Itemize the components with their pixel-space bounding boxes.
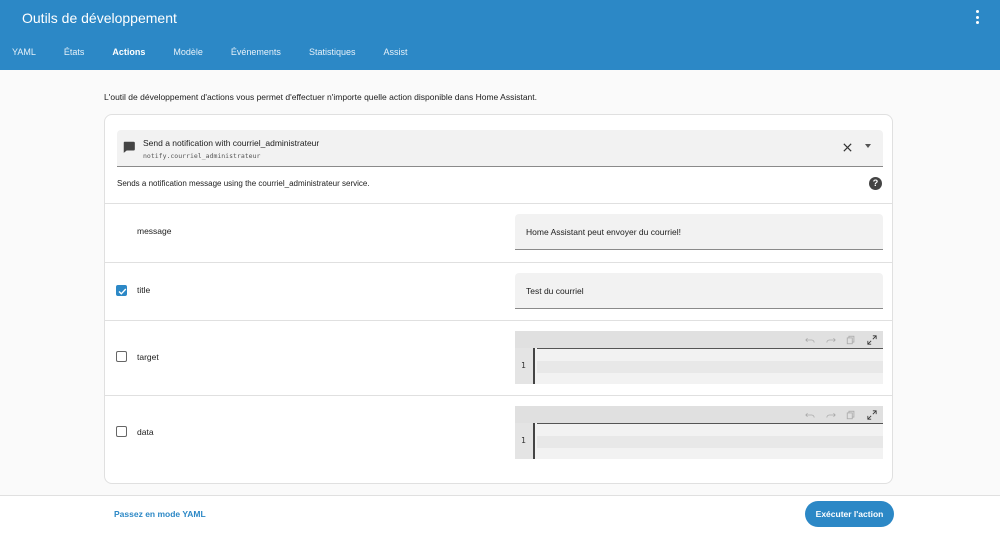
line-number: 1: [521, 436, 526, 445]
editor-gutter: 1: [515, 423, 535, 459]
divider: [105, 320, 892, 321]
copy-icon[interactable]: [846, 335, 856, 345]
page-title: Outils de développement: [22, 10, 177, 26]
tab-events[interactable]: Événements: [217, 42, 295, 62]
close-icon[interactable]: [842, 142, 853, 153]
tab-yaml[interactable]: YAML: [0, 42, 50, 62]
editor-gutter: 1: [515, 348, 535, 384]
fullscreen-icon[interactable]: [867, 335, 877, 345]
data-code-editor[interactable]: 1: [515, 406, 883, 459]
tab-bar: YAML États Actions Modèle Événements Sta…: [0, 42, 421, 62]
tab-states[interactable]: États: [50, 42, 99, 62]
top-app-bar: Outils de développement YAML États Actio…: [0, 0, 1000, 70]
field-label-data: data: [137, 427, 154, 437]
action-picker[interactable]: Send a notification with courriel_admini…: [117, 130, 883, 167]
redo-icon[interactable]: [826, 410, 836, 420]
action-description: Sends a notification message using the c…: [117, 179, 370, 188]
chevron-down-icon[interactable]: [865, 144, 871, 148]
dots-vertical-icon[interactable]: [972, 10, 982, 24]
tab-actions[interactable]: Actions: [98, 42, 159, 62]
check-icon: [118, 288, 127, 295]
divider: [105, 262, 892, 263]
action-picker-service: notify.courriel_administrateur: [143, 152, 261, 160]
help-icon[interactable]: ?: [869, 177, 882, 190]
redo-icon[interactable]: [826, 335, 836, 345]
footer-bar: Passez en mode YAML Exécuter l'action: [0, 495, 1000, 533]
action-picker-name: Send a notification with courriel_admini…: [143, 138, 320, 148]
divider: [105, 203, 892, 204]
tab-assist[interactable]: Assist: [369, 42, 421, 62]
field-label-message: message: [137, 226, 172, 236]
editor-border: [537, 423, 883, 424]
copy-icon[interactable]: [846, 410, 856, 420]
fullscreen-icon[interactable]: [867, 410, 877, 420]
active-code-line[interactable]: [537, 436, 883, 448]
undo-icon[interactable]: [805, 335, 815, 345]
tab-template[interactable]: Modèle: [159, 42, 217, 62]
active-code-line[interactable]: [537, 361, 883, 373]
target-code-editor[interactable]: 1: [515, 331, 883, 384]
field-label-target: target: [137, 352, 159, 362]
divider: [105, 395, 892, 396]
yaml-mode-button[interactable]: Passez en mode YAML: [114, 509, 206, 519]
title-input[interactable]: Test du courriel: [515, 273, 883, 309]
message-icon: [123, 141, 135, 153]
data-checkbox[interactable]: [116, 426, 127, 437]
line-number: 1: [521, 361, 526, 370]
target-checkbox[interactable]: [116, 351, 127, 362]
editor-border: [537, 348, 883, 349]
editor-toolbar: [515, 331, 883, 348]
tab-statistics[interactable]: Statistiques: [295, 42, 370, 62]
intro-text: L'outil de développement d'actions vous …: [104, 92, 538, 102]
message-input[interactable]: Home Assistant peut envoyer du courriel!: [515, 214, 883, 250]
field-label-title: title: [137, 285, 151, 295]
editor-toolbar: [515, 406, 883, 423]
title-checkbox[interactable]: [116, 285, 127, 296]
undo-icon[interactable]: [805, 410, 815, 420]
action-card: Send a notification with courriel_admini…: [104, 114, 893, 484]
run-action-button[interactable]: Exécuter l'action: [805, 501, 894, 527]
